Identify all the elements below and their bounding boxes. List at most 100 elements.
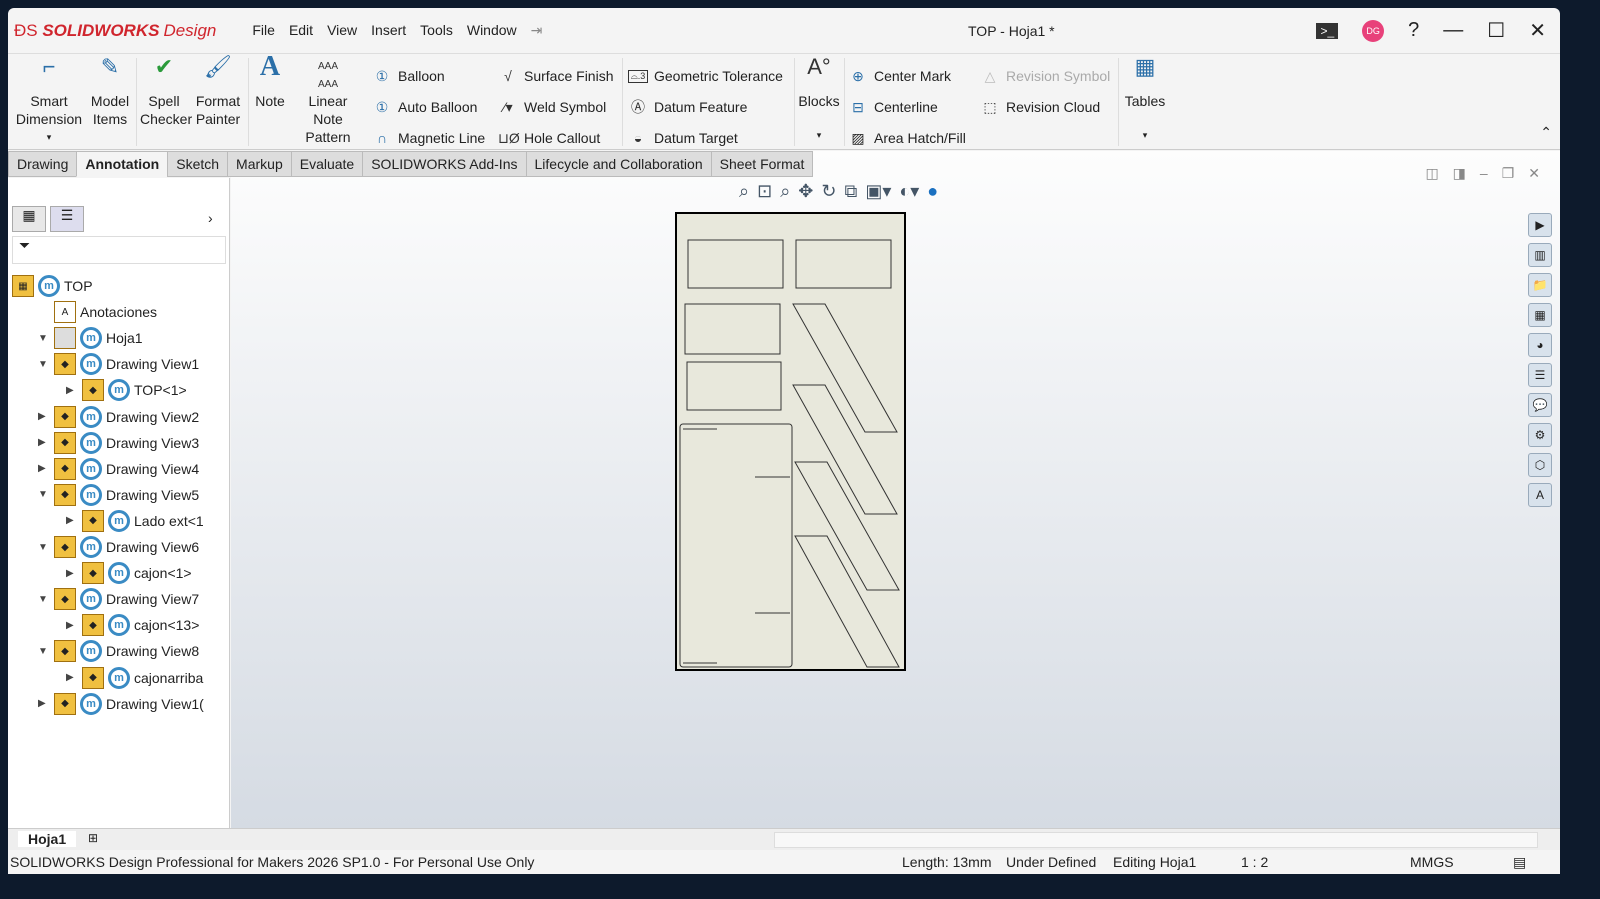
rotate-icon[interactable]: ↻ xyxy=(821,181,836,202)
surface-finish-button[interactable]: √ Surface Finish xyxy=(498,63,613,89)
tab-sketch[interactable]: Sketch xyxy=(167,151,229,177)
tables-button[interactable]: ▦ Tables ▾ xyxy=(1122,56,1168,144)
avatar[interactable]: DG xyxy=(1362,19,1385,42)
zoom-to-fit-icon[interactable]: ⌕ xyxy=(739,181,749,202)
tab-annotation[interactable]: Annotation xyxy=(76,151,169,177)
3d-content-icon[interactable]: ⬡ xyxy=(1528,453,1552,477)
blocks-button[interactable]: A° Blocks ▾ xyxy=(798,56,840,144)
filter-input[interactable]: ⏷ xyxy=(12,236,226,264)
minimize-button[interactable]: — xyxy=(1443,19,1463,42)
tree-item[interactable]: ▶ ◆ m cajonarriba xyxy=(66,666,203,690)
expand-toggle-icon[interactable]: ▼ xyxy=(38,359,50,370)
expand-toggle-icon[interactable]: ▶ xyxy=(66,568,78,579)
tree-item[interactable]: A Anotaciones xyxy=(38,300,157,324)
tab-drawing[interactable]: Drawing xyxy=(8,151,78,177)
expand-toggle-icon[interactable]: ▶ xyxy=(38,411,50,422)
tree-item[interactable]: ▶ ◆ m Lado ext<1 xyxy=(66,509,204,533)
pin-icon[interactable]: ⇥ xyxy=(531,22,543,39)
smart-dimension-button[interactable]: ⌐ Smart Dimension ▾ xyxy=(14,56,84,146)
tree-item[interactable]: ▶ ◆ m TOP<1> xyxy=(66,378,187,402)
expand-toggle-icon[interactable]: ▼ xyxy=(38,489,50,500)
tree-item[interactable]: ▼ ◆ m Drawing View1 xyxy=(38,352,199,376)
datum-feature-button[interactable]: Ⓐ Datum Feature xyxy=(628,94,747,120)
property-manager-tab-icon[interactable]: ☰ xyxy=(50,206,84,232)
expand-toggle-icon[interactable]: ▶ xyxy=(66,385,78,396)
tree-item[interactable]: ▶ ◆ m Drawing View1( xyxy=(38,692,204,716)
format-painter-button[interactable]: 🖌 Format Painter xyxy=(192,56,244,128)
tree-item[interactable]: ▶ ◆ m Drawing View3 xyxy=(38,431,199,455)
expand-toggle-icon[interactable]: ▶ xyxy=(66,620,78,631)
solidworks-resources-icon[interactable]: ▶ xyxy=(1528,213,1552,237)
tree-item[interactable]: ▼ ◆ m Drawing View7 xyxy=(38,587,199,611)
doc-restore-button[interactable]: ❐ xyxy=(1502,165,1515,182)
tab-lifecycle[interactable]: Lifecycle and Collaboration xyxy=(525,151,712,177)
menu-file[interactable]: File xyxy=(252,22,275,39)
units-selector[interactable]: MMGS xyxy=(1410,854,1454,870)
zoom-to-area-icon[interactable]: ⊡ xyxy=(757,181,772,202)
note-button[interactable]: A Note xyxy=(252,53,288,110)
file-explorer-icon[interactable]: 📁 xyxy=(1528,273,1552,297)
expand-toggle-icon[interactable]: ▶ xyxy=(38,437,50,448)
sheet-scale[interactable]: 1 : 2 xyxy=(1241,854,1268,870)
doc-minimize-button[interactable]: – xyxy=(1480,165,1488,182)
area-hatch-button[interactable]: ▨ Area Hatch/Fill xyxy=(848,125,965,151)
display-style-icon[interactable]: ◐▾ xyxy=(899,181,919,202)
design-library-icon[interactable]: ▥ xyxy=(1528,243,1552,267)
weld-symbol-button[interactable]: ⁄▾ Weld Symbol xyxy=(498,94,606,120)
tab-markup[interactable]: Markup xyxy=(227,151,292,177)
forum-icon[interactable]: 💬 xyxy=(1528,393,1552,417)
pan-icon[interactable]: ✥ xyxy=(798,181,813,202)
expand-toggle-icon[interactable]: ▶ xyxy=(38,463,50,474)
centerline-button[interactable]: ⊟ Centerline xyxy=(848,94,938,120)
magnetic-line-button[interactable]: ∩ Magnetic Line xyxy=(372,125,485,151)
auto-balloon-button[interactable]: ① Auto Balloon xyxy=(372,94,478,120)
view-orientation-icon[interactable]: ▣▾ xyxy=(865,181,891,202)
expand-toggle-icon[interactable]: ▶ xyxy=(66,672,78,683)
datum-target-button[interactable]: ◒ Datum Target xyxy=(628,125,738,151)
tree-item[interactable]: ▶ ◆ m Drawing View4 xyxy=(38,457,199,481)
menu-window[interactable]: Window xyxy=(467,22,517,39)
doc-close-button[interactable]: ✕ xyxy=(1528,165,1540,182)
balloon-button[interactable]: ① Balloon xyxy=(372,63,445,89)
expand-toggle-icon[interactable]: ▶ xyxy=(66,515,78,526)
tree-item[interactable]: ▼ ◆ m Drawing View5 xyxy=(38,483,199,507)
graphics-area[interactable]: ⌕ ⊡ ⌕ ✥ ↻ ⧉ ▣▾ ◐▾ ● ◫ ◨ – ❐ ✕ ▶ ▥ 📁 ▦ ◕ … xyxy=(231,151,1560,828)
sheet-tab-hoja1[interactable]: Hoja1 xyxy=(18,831,77,847)
spell-checker-button[interactable]: ✔ Spell Checker xyxy=(140,56,192,128)
tab-addins[interactable]: SOLIDWORKS Add-Ins xyxy=(362,151,527,177)
expand-toggle-icon[interactable]: ▼ xyxy=(38,594,50,605)
menu-tools[interactable]: Tools xyxy=(420,22,453,39)
tab-evaluate[interactable]: Evaluate xyxy=(290,151,364,177)
toolbox-icon[interactable]: A xyxy=(1528,483,1552,507)
add-sheet-icon[interactable]: ⊞ xyxy=(88,831,98,845)
hole-callout-button[interactable]: ⊔Ø Hole Callout xyxy=(498,125,600,151)
tree-item[interactable]: ▶ ◆ m cajon<1> xyxy=(66,561,192,585)
tree-item[interactable]: ▶ ◆ m cajon<13> xyxy=(66,613,199,637)
menu-edit[interactable]: Edit xyxy=(289,22,313,39)
appearance-icon[interactable]: ● xyxy=(927,181,938,202)
tree-item[interactable]: ▼ m Hoja1 xyxy=(38,326,143,350)
collapse-ribbon-icon[interactable]: ⌃ xyxy=(1540,124,1552,141)
tree-item[interactable]: ▼ ◆ m Drawing View6 xyxy=(38,535,199,559)
feature-manager-tab-icon[interactable]: ▦ xyxy=(12,206,46,232)
expand-toggle-icon[interactable]: ▼ xyxy=(38,646,50,657)
revision-cloud-button[interactable]: ⬚ Revision Cloud xyxy=(980,94,1100,120)
drawing-sheet[interactable] xyxy=(675,212,906,671)
custom-properties-icon[interactable]: ☰ xyxy=(1528,363,1552,387)
app-logo[interactable]: ƉS SOLIDWORKS Design xyxy=(14,21,216,41)
split-view-2-icon[interactable]: ◨ xyxy=(1453,165,1466,182)
expand-panel-icon[interactable]: › xyxy=(208,210,213,226)
help-icon[interactable]: ? xyxy=(1408,19,1419,42)
revision-symbol-button[interactable]: △ Revision Symbol xyxy=(980,63,1111,89)
tab-sheet-format[interactable]: Sheet Format xyxy=(710,151,814,177)
expand-toggle-icon[interactable]: ▶ xyxy=(38,698,50,709)
appearances-icon[interactable]: ◕ xyxy=(1528,333,1552,357)
split-view-icon[interactable]: ◫ xyxy=(1425,165,1438,182)
menu-insert[interactable]: Insert xyxy=(371,22,406,39)
menu-view[interactable]: View xyxy=(327,22,357,39)
command-prompt-icon[interactable]: >_ xyxy=(1316,22,1339,39)
close-button[interactable]: ✕ xyxy=(1529,18,1546,43)
geometric-tolerance-button[interactable]: ⌓.3 Geometric Tolerance xyxy=(628,63,783,89)
linear-note-pattern-button[interactable]: AAAAAALinear Note Pattern▾ xyxy=(292,58,364,164)
center-mark-button[interactable]: ⊕ Center Mark xyxy=(848,63,951,89)
